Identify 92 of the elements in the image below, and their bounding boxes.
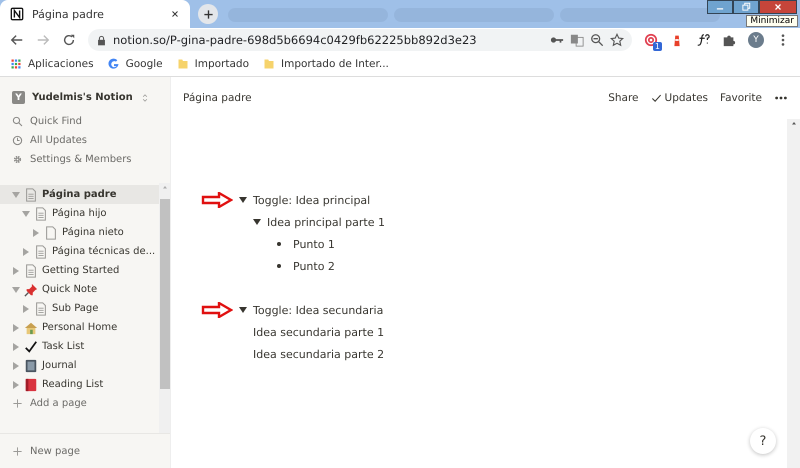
scrollbar[interactable] xyxy=(159,183,170,433)
zoom-out-icon xyxy=(590,33,604,47)
bullet-text: Punto 1 xyxy=(293,238,335,250)
back-icon xyxy=(10,33,24,47)
sidebar-page-item[interactable]: Getting Started xyxy=(0,261,159,280)
caret-right-icon[interactable] xyxy=(22,304,30,312)
caret-right-icon[interactable] xyxy=(12,362,20,370)
browser-tab[interactable]: Página padre xyxy=(0,0,190,28)
minimize-button[interactable] xyxy=(707,0,733,14)
translate-icon xyxy=(570,33,584,47)
toggle-text: Toggle: Idea principal xyxy=(253,194,370,206)
google-icon xyxy=(108,58,120,70)
sidebar-page-item[interactable]: Página nieto xyxy=(0,223,159,242)
sidebar-page-item[interactable]: Página padre xyxy=(0,185,159,204)
plus-icon xyxy=(12,398,23,409)
page-icon xyxy=(34,302,48,316)
help-button[interactable]: ? xyxy=(750,428,776,454)
folder-icon xyxy=(176,58,189,70)
settings-icon xyxy=(12,154,23,165)
tooltip: Minimizar xyxy=(746,15,798,27)
bookmark[interactable]: Google xyxy=(108,58,163,70)
bookmark[interactable]: Aplicaciones xyxy=(10,58,94,70)
notion-logo-icon xyxy=(10,7,24,21)
folder-icon xyxy=(263,58,275,70)
add-page-button[interactable]: Add a page xyxy=(0,394,159,413)
breadcrumb[interactable]: Página padre xyxy=(183,92,608,104)
restore-button[interactable] xyxy=(733,0,759,14)
paragraph-text: Idea secundaria parte 2 xyxy=(253,348,384,360)
new-tab-button[interactable] xyxy=(198,4,218,24)
star-icon xyxy=(610,33,624,47)
toggle-text: Toggle: Idea secundaria xyxy=(253,304,384,316)
book-icon xyxy=(24,378,38,392)
page-icon xyxy=(34,244,48,258)
sidebar-page-item[interactable]: Task List xyxy=(0,337,159,356)
caret-right-icon[interactable] xyxy=(12,342,20,350)
topbar-action[interactable]: Updates xyxy=(650,92,708,104)
apps-grid-icon xyxy=(10,58,22,70)
paragraph-text: Idea secundaria parte 1 xyxy=(253,326,384,338)
checkmark-icon xyxy=(24,340,38,354)
topbar-action[interactable]: Share xyxy=(608,92,639,104)
checkmark-icon xyxy=(650,92,662,104)
sidebar-page-item[interactable]: Sub Page xyxy=(0,299,159,318)
pushpin-icon xyxy=(24,282,38,296)
caret-right-icon[interactable] xyxy=(12,266,20,274)
bookmark[interactable]: Importado de Inter... xyxy=(263,58,389,70)
spiral-icon xyxy=(644,33,658,47)
bullet-text: Punto 2 xyxy=(293,260,335,272)
sidebar-page-item[interactable]: Página técnicas de... xyxy=(0,242,159,261)
sidebar-action[interactable]: Settings & Members xyxy=(0,150,170,169)
caret-down-icon[interactable] xyxy=(253,218,261,226)
caret-down-icon[interactable] xyxy=(239,306,247,314)
address-bar[interactable]: notion.so/P-gina-padre-698d5b6694c0429fb62225bb892d3e23 xyxy=(88,29,632,51)
new-page-button[interactable]: New page xyxy=(0,433,170,468)
scrollbar[interactable] xyxy=(787,119,800,468)
restore-icon xyxy=(741,2,751,12)
toggle-text: Idea principal parte 1 xyxy=(267,216,385,228)
caret-right-icon[interactable] xyxy=(12,324,20,332)
sidebar-action[interactable]: All Updates xyxy=(0,131,170,150)
page-icon xyxy=(44,226,58,240)
close-icon xyxy=(170,9,180,19)
bullet-icon xyxy=(277,242,281,246)
sidebar-page-item[interactable]: Personal Home xyxy=(0,318,159,337)
workspace-switcher[interactable]: Y Yudelmis's Notion xyxy=(0,77,170,112)
bullet-icon xyxy=(277,264,281,268)
sidebar-page-item[interactable]: Quick Note xyxy=(0,280,159,299)
house-icon xyxy=(24,320,38,334)
close-window-button[interactable] xyxy=(759,0,797,14)
page-icon xyxy=(24,264,38,278)
search-icon xyxy=(12,116,23,127)
plus-icon xyxy=(12,446,23,456)
sidebar-page-item[interactable]: Reading List xyxy=(0,375,159,394)
sidebar-page-item[interactable]: Journal xyxy=(0,356,159,375)
page-icon xyxy=(34,206,48,220)
forward-icon xyxy=(36,33,50,47)
plus-icon xyxy=(202,8,214,20)
page-icon xyxy=(24,188,38,202)
sidebar-action[interactable]: Quick Find xyxy=(0,112,170,131)
sidebar-page-item[interactable]: Página hijo xyxy=(0,204,159,223)
caret-right-icon[interactable] xyxy=(12,380,20,388)
caret-right-icon[interactable] xyxy=(32,228,40,236)
clock-icon xyxy=(12,135,23,146)
caret-right-icon[interactable] xyxy=(22,248,30,256)
caret-down-icon[interactable] xyxy=(239,196,247,204)
reload-icon xyxy=(62,33,76,47)
notebook-icon xyxy=(24,358,38,372)
lock-icon xyxy=(96,34,107,46)
topbar-action[interactable]: Favorite xyxy=(720,92,762,104)
function-icon xyxy=(696,33,710,47)
puzzle-icon xyxy=(722,33,736,47)
profile-avatar[interactable]: Y xyxy=(748,32,764,48)
bookmark[interactable]: Importado xyxy=(176,58,249,70)
close-icon xyxy=(773,2,783,12)
